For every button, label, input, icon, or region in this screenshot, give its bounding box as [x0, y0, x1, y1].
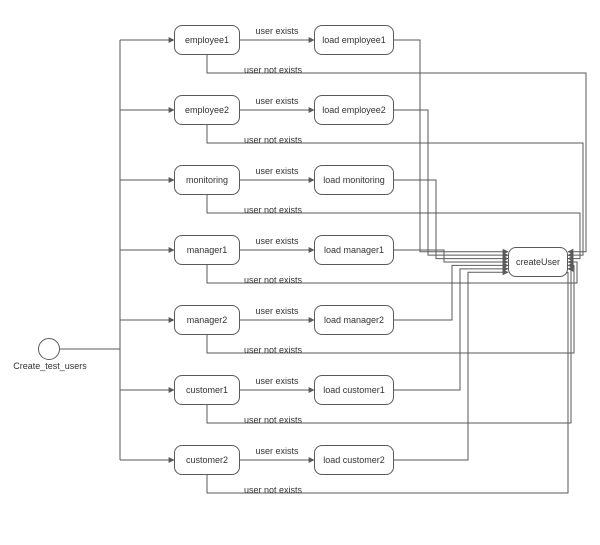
- check-node-1: employee2: [174, 95, 240, 125]
- load-node-1: load employee2: [314, 95, 394, 125]
- create-user-label: createUser: [516, 257, 560, 267]
- not-exists-label-2: user not exists: [244, 205, 302, 215]
- check-label-1: employee2: [185, 105, 229, 115]
- check-node-4: manager2: [174, 305, 240, 335]
- check-label-5: customer1: [186, 385, 228, 395]
- not-exists-label-3: user not exists: [244, 275, 302, 285]
- not-exists-label-0: user not exists: [244, 65, 302, 75]
- check-node-3: manager1: [174, 235, 240, 265]
- not-exists-label-4: user not exists: [244, 345, 302, 355]
- load-node-5: load customer1: [314, 375, 394, 405]
- check-label-0: employee1: [185, 35, 229, 45]
- start-label: Create_test_users: [7, 362, 93, 372]
- not-exists-label-5: user not exists: [244, 415, 302, 425]
- not-exists-label-1: user not exists: [244, 135, 302, 145]
- exists-label-6: user exists: [244, 446, 310, 456]
- exists-label-4: user exists: [244, 306, 310, 316]
- check-node-2: monitoring: [174, 165, 240, 195]
- load-node-6: load customer2: [314, 445, 394, 475]
- load-node-3: load manager1: [314, 235, 394, 265]
- flow-canvas: Create_test_users employee1 load employee…: [0, 0, 600, 545]
- load-node-0: load employee1: [314, 25, 394, 55]
- exists-label-0: user exists: [244, 26, 310, 36]
- check-node-0: employee1: [174, 25, 240, 55]
- load-label-6: load customer2: [323, 455, 385, 465]
- check-node-6: customer2: [174, 445, 240, 475]
- start-node: [38, 338, 60, 360]
- not-exists-label-6: user not exists: [244, 485, 302, 495]
- exists-label-3: user exists: [244, 236, 310, 246]
- load-node-2: load monitoring: [314, 165, 394, 195]
- load-label-3: load manager1: [324, 245, 384, 255]
- load-node-4: load manager2: [314, 305, 394, 335]
- load-label-2: load monitoring: [323, 175, 385, 185]
- exists-label-1: user exists: [244, 96, 310, 106]
- load-label-5: load customer1: [323, 385, 385, 395]
- exists-label-2: user exists: [244, 166, 310, 176]
- check-label-6: customer2: [186, 455, 228, 465]
- check-label-4: manager2: [187, 315, 228, 325]
- exists-label-5: user exists: [244, 376, 310, 386]
- check-node-5: customer1: [174, 375, 240, 405]
- load-label-4: load manager2: [324, 315, 384, 325]
- load-label-0: load employee1: [322, 35, 386, 45]
- create-user-node: createUser: [508, 247, 568, 277]
- check-label-2: monitoring: [186, 175, 228, 185]
- load-label-1: load employee2: [322, 105, 386, 115]
- check-label-3: manager1: [187, 245, 228, 255]
